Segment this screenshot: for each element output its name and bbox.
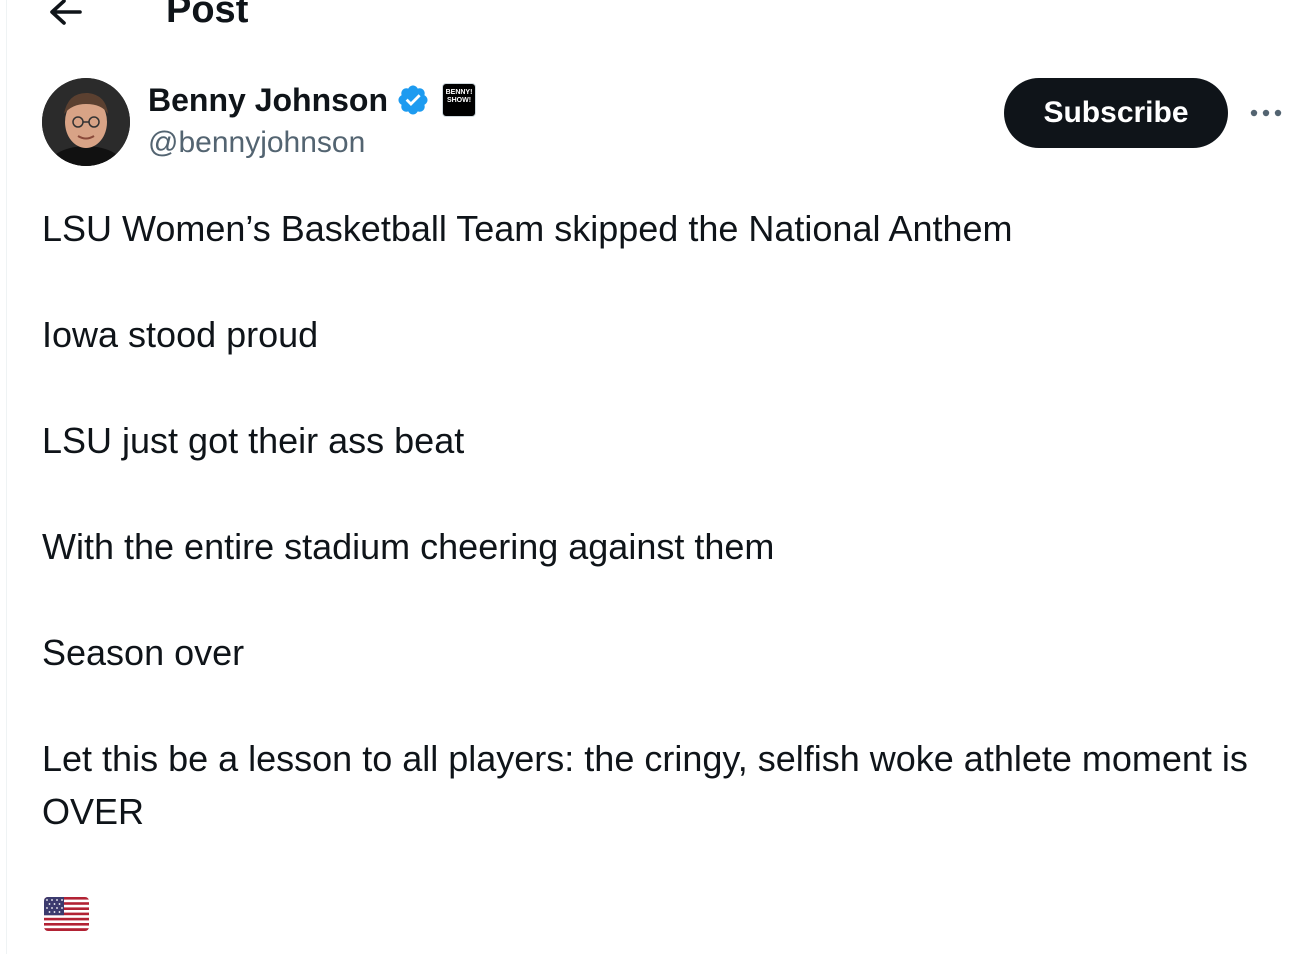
tweet-paragraph: Season over <box>42 632 245 673</box>
more-options-button[interactable] <box>1246 98 1290 128</box>
arrow-left-icon <box>50 0 82 25</box>
tweet-paragraph: Let this be a lesson to all players: the… <box>42 738 1248 832</box>
timeline-border <box>6 0 7 954</box>
affiliate-badge[interactable]: BENNY! SHOW! <box>442 83 477 117</box>
tweet-text: LSU Women’s Basketball Team skipped the … <box>42 202 1262 891</box>
avatar[interactable] <box>42 78 130 166</box>
affiliate-badge-text: BENNY! SHOW! <box>445 89 473 104</box>
tweet-paragraph: Iowa stood proud <box>42 314 319 355</box>
us-flag-emoji <box>44 897 89 931</box>
more-options-icon <box>1250 109 1282 117</box>
verified-badge-icon <box>398 85 428 115</box>
display-name[interactable]: Benny Johnson <box>148 80 388 120</box>
tweet-paragraph: LSU just got their ass beat <box>42 420 465 461</box>
page-title: Post <box>166 0 249 31</box>
author-name-row: Benny Johnson BENNY! SHOW! <box>148 80 477 120</box>
tweet-paragraph: With the entire stadium cheering against… <box>42 526 775 567</box>
tweet-paragraph: LSU Women’s Basketball Team skipped the … <box>42 208 1013 249</box>
subscribe-button[interactable]: Subscribe <box>1004 78 1228 148</box>
back-button[interactable] <box>44 0 88 34</box>
avatar-image <box>42 78 130 166</box>
post-header: Post <box>0 0 1310 40</box>
author-handle[interactable]: @bennyjohnson <box>148 124 365 162</box>
